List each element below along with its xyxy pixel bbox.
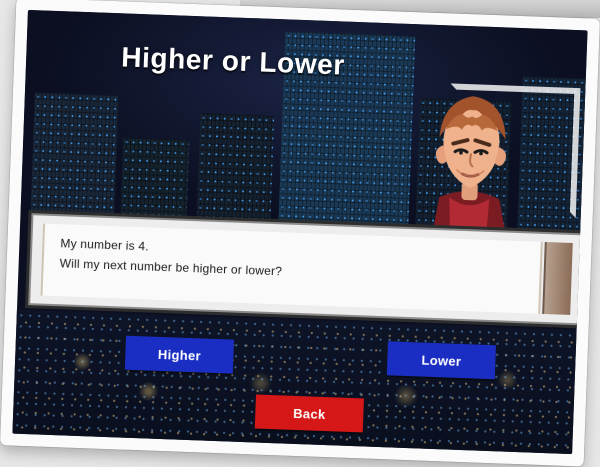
dialogue-text-area: My number is 4. Will my next number be h… xyxy=(40,223,543,314)
bottom-city-background xyxy=(12,309,577,455)
game-screenshot-photo: Higher or Lower My number is 4. Will my … xyxy=(0,0,600,467)
back-button[interactable]: Back xyxy=(254,394,364,433)
trainer-portrait-icon xyxy=(431,96,507,238)
dialogue-line-2: Will my next number be higher or lower? xyxy=(59,256,283,279)
city-skyline: Higher or Lower xyxy=(20,9,588,238)
building xyxy=(196,113,275,221)
game-title: Higher or Lower xyxy=(120,41,346,81)
building xyxy=(120,137,190,218)
building xyxy=(30,92,119,216)
game-screen: Higher or Lower My number is 4. Will my … xyxy=(12,9,588,455)
lower-button[interactable]: Lower xyxy=(386,341,496,380)
higher-button[interactable]: Higher xyxy=(124,335,235,374)
stage: Higher or Lower My number is 4. Will my … xyxy=(0,0,600,467)
dialogue-side-panel xyxy=(542,241,573,315)
dialogue-line-1: My number is 4. xyxy=(60,236,149,254)
dialogue-box: My number is 4. Will my next number be h… xyxy=(25,210,587,329)
